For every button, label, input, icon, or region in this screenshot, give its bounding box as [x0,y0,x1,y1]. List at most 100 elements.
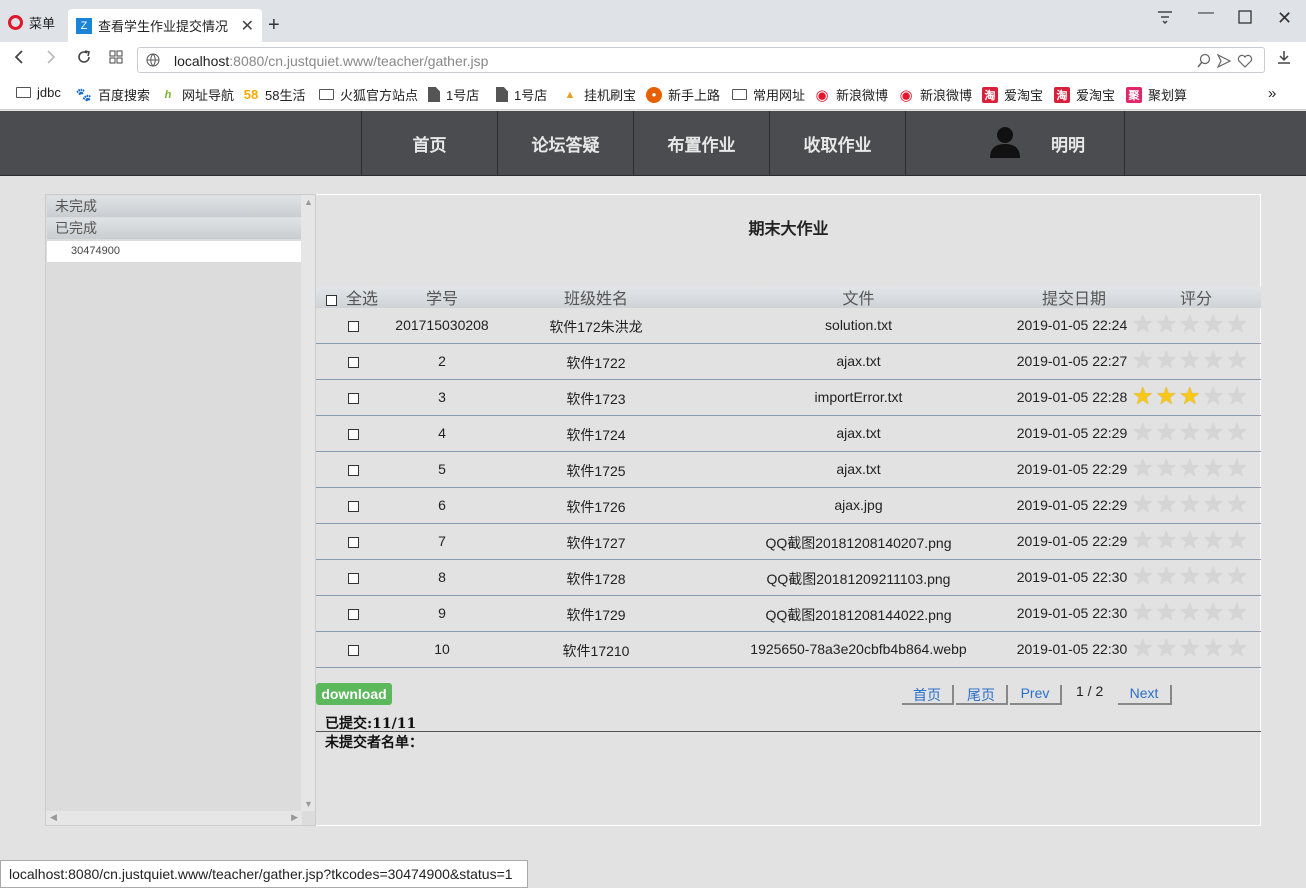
star-icon[interactable]: ★ [1132,493,1154,517]
search-icon[interactable] [1196,53,1212,72]
rating-stars[interactable]: ★ ★ ★ ★ ★ [1132,457,1248,481]
bookmark-item[interactable]: 58 58生活 [243,85,306,104]
bookmark-item[interactable]: 火狐官方站点 [319,85,418,104]
pager-prev[interactable]: Prev [1010,685,1062,705]
star-icon[interactable]: ★ [1132,313,1154,337]
star-icon[interactable]: ★ [1203,457,1225,481]
star-icon[interactable]: ★ [1132,529,1154,553]
sidebar-item-incomplete[interactable]: 未完成 [47,196,302,217]
star-icon[interactable]: ★ [1179,493,1201,517]
star-icon[interactable]: ★ [1226,421,1248,445]
reload-icon[interactable] [76,49,92,70]
horizontal-scrollbar[interactable]: ◀ ▶ [46,811,302,825]
star-icon[interactable]: ★ [1226,565,1248,589]
scroll-left-icon[interactable]: ◀ [50,812,57,823]
close-tab-icon[interactable]: ✕ [241,16,254,36]
row-file-link[interactable]: importError.txt [716,389,1001,405]
rating-stars[interactable]: ★ ★ ★ ★ ★ [1132,349,1248,373]
star-icon[interactable]: ★ [1132,637,1154,661]
rating-stars[interactable]: ★ ★ ★ ★ ★ [1132,637,1248,661]
star-icon[interactable]: ★ [1179,349,1201,373]
star-icon[interactable]: ★ [1132,457,1154,481]
star-icon[interactable]: ★ [1156,349,1178,373]
row-checkbox[interactable] [348,607,359,623]
row-checkbox[interactable] [348,391,359,407]
forward-icon[interactable] [44,49,58,70]
bookmark-item[interactable]: 常用网址 [732,85,805,104]
star-icon[interactable]: ★ [1203,601,1225,625]
star-icon[interactable]: ★ [1179,601,1201,625]
bookmark-item[interactable]: 🐾 百度搜索 [76,85,150,104]
star-icon[interactable]: ★ [1132,349,1154,373]
star-icon[interactable]: ★ [1226,457,1248,481]
row-file-link[interactable]: ajax.txt [716,353,1001,369]
row-file-link[interactable]: ajax.jpg [716,497,1001,513]
star-icon[interactable]: ★ [1132,565,1154,589]
url-field[interactable]: localhost:8080/cn.justquiet.www/teacher/… [137,47,1265,73]
bookmark-item[interactable]: h 网址导航 [160,85,234,104]
rating-stars[interactable]: ★ ★ ★ ★ ★ [1132,385,1248,409]
rating-stars[interactable]: ★ ★ ★ ★ ★ [1132,601,1248,625]
star-icon[interactable]: ★ [1156,529,1178,553]
scroll-down-icon[interactable]: ▼ [304,799,313,809]
star-icon[interactable]: ★ [1156,421,1178,445]
row-file-link[interactable]: QQ截图20181208144022.png [716,605,1001,625]
bookmark-item[interactable]: ◉ 新浪微博 [898,85,972,104]
star-icon[interactable]: ★ [1203,313,1225,337]
bookmark-item[interactable]: ◉ 新浪微博 [814,85,888,104]
bookmark-item[interactable]: 1号店 [428,85,479,104]
bookmark-item[interactable]: 聚聚划算 [1126,85,1187,104]
star-icon[interactable]: ★ [1203,529,1225,553]
star-icon[interactable]: ★ [1179,637,1201,661]
bookmark-item[interactable]: ● 新手上路 [646,85,720,104]
scroll-up-icon[interactable]: ▲ [304,197,313,207]
star-icon[interactable]: ★ [1226,529,1248,553]
star-icon[interactable]: ★ [1156,493,1178,517]
bookmark-item[interactable]: jdbc [16,85,61,100]
bookmark-item[interactable]: 淘爱淘宝 [982,85,1043,104]
vertical-scrollbar[interactable]: ▲ ▼ [301,195,315,811]
star-icon[interactable]: ★ [1179,529,1201,553]
star-icon[interactable]: ★ [1179,565,1201,589]
star-icon[interactable]: ★ [1203,385,1225,409]
star-icon[interactable]: ★ [1179,313,1201,337]
star-icon[interactable]: ★ [1226,385,1248,409]
nav-assign-homework[interactable]: 布置作业 [633,111,769,175]
row-checkbox[interactable] [348,463,359,479]
row-checkbox[interactable] [348,571,359,587]
star-icon[interactable]: ★ [1156,565,1178,589]
star-icon[interactable]: ★ [1156,385,1178,409]
send-icon[interactable] [1216,53,1232,72]
rating-stars[interactable]: ★ ★ ★ ★ ★ [1132,421,1248,445]
star-icon[interactable]: ★ [1156,313,1178,337]
star-icon[interactable]: ★ [1226,313,1248,337]
sidebar-subitem[interactable]: 30474900 [47,241,302,262]
pager-first[interactable]: 首页 [902,685,954,705]
row-file-link[interactable]: QQ截图20181208140207.png [716,533,1001,553]
row-checkbox[interactable] [348,499,359,515]
rating-stars[interactable]: ★ ★ ★ ★ ★ [1132,529,1248,553]
row-file-link[interactable]: QQ截图20181209211103.png [716,569,1001,589]
star-icon[interactable]: ★ [1226,493,1248,517]
row-file-link[interactable]: ajax.txt [716,425,1001,441]
star-icon[interactable]: ★ [1226,349,1248,373]
star-icon[interactable]: ★ [1156,457,1178,481]
row-file-link[interactable]: solution.txt [716,317,1001,333]
download-icon[interactable] [1276,49,1292,70]
star-icon[interactable]: ★ [1226,637,1248,661]
star-icon[interactable]: ★ [1156,601,1178,625]
rating-stars[interactable]: ★ ★ ★ ★ ★ [1132,313,1248,337]
download-button[interactable]: download [316,683,392,705]
row-checkbox[interactable] [348,535,359,551]
row-checkbox[interactable] [348,427,359,443]
close-window-icon[interactable]: ✕ [1277,8,1292,29]
star-icon[interactable]: ★ [1203,493,1225,517]
star-icon[interactable]: ★ [1203,349,1225,373]
new-tab-icon[interactable]: + [268,14,280,37]
minimize-icon[interactable]: — [1198,4,1214,22]
star-icon[interactable]: ★ [1132,421,1154,445]
row-checkbox[interactable] [348,319,359,335]
bookmark-item[interactable]: 淘爱淘宝 [1054,85,1115,104]
row-checkbox[interactable] [348,643,359,659]
active-tab[interactable]: Z 查看学生作业提交情况 ✕ [68,9,262,42]
